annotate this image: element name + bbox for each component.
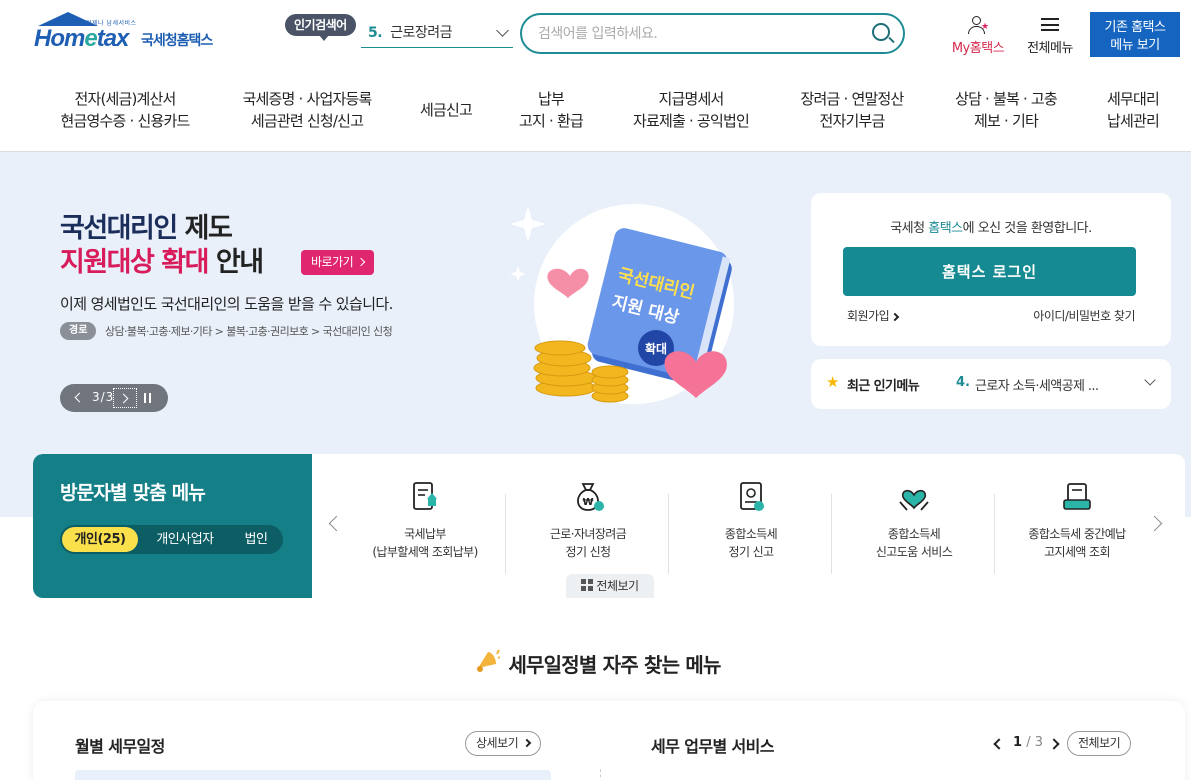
- tab-individual[interactable]: 개인(25): [62, 527, 138, 552]
- svg-text:₩: ₩: [582, 497, 593, 508]
- main-navigation: 전자(세금)계산서 현금영수증 · 신용카드 국세증명 · 사업자등록 세금관련 신…: [0, 82, 1191, 152]
- recent-popular-rank: 4.: [956, 375, 970, 390]
- join-link[interactable]: 회원가입: [847, 307, 900, 324]
- person-icon: ★: [968, 16, 989, 34]
- monthly-schedule-title: 월별 세무일정: [75, 737, 165, 756]
- slide-pause-button[interactable]: [144, 393, 151, 403]
- slide-controls: 3/3: [60, 384, 168, 412]
- service-title: 세무 업무별 서비스: [651, 737, 775, 756]
- welcome-text: 국세청 홈택스에 오신 것을 환영합니다.: [890, 221, 1092, 236]
- find-id-password-link[interactable]: 아이디/비밀번호 찾기: [1033, 307, 1135, 324]
- nav-tax-agent[interactable]: 세무대리 납세관리: [1094, 88, 1172, 132]
- visitor-item-tax-payment[interactable]: 국세납부 (납부할세액 조회납부): [345, 480, 505, 570]
- nav-incentive[interactable]: 장려금 · 연말정산 전자기부금: [790, 88, 914, 132]
- heart-hands-icon: [899, 489, 929, 511]
- nav-certificate[interactable]: 국세증명 · 사업자등록 세금관련 신청/신고: [232, 88, 382, 132]
- login-card: 국세청 홈택스에 오신 것을 환영합니다. 홈택스 로그인 회원가입 아이디/비…: [811, 193, 1171, 346]
- tax-payment-icon: [413, 482, 437, 510]
- visitor-menu: 방문자별 맞춤 메뉴 개인(25) 개인사업자 법인 국세납부 (납부할세액 조회…: [33, 454, 1185, 598]
- chevron-down-icon: [496, 24, 509, 37]
- visitor-menu-panel: 방문자별 맞춤 메뉴 개인(25) 개인사업자 법인: [33, 454, 312, 598]
- my-hometax-label: My홈택스: [951, 41, 1005, 56]
- invoice-stack-icon: [1063, 483, 1091, 510]
- divider: [668, 494, 669, 574]
- bell-icon: [477, 649, 501, 672]
- divider: [994, 494, 995, 574]
- nav-payment[interactable]: 납부 고지 · 환급: [510, 88, 592, 132]
- visitor-item-incentive[interactable]: ₩ 근로·자녀장려금 정기 신청: [508, 480, 668, 570]
- tab-corporation[interactable]: 법인: [232, 527, 280, 552]
- service-page-indicator: 1 / 3: [1013, 735, 1043, 750]
- visitor-menu-title: 방문자별 맞춤 메뉴: [60, 482, 206, 504]
- divider: [505, 494, 506, 574]
- nav-e-invoice[interactable]: 전자(세금)계산서 현금영수증 · 신용카드: [52, 88, 198, 132]
- schedule-card: 월별 세무일정 상세보기 세무 업무별 서비스 1 / 3 전체보기: [33, 701, 1185, 780]
- all-menu-label: 전체메뉴: [1027, 41, 1073, 56]
- search-box: [520, 13, 905, 54]
- visitor-item-income-help[interactable]: 종합소득세 신고도움 서비스: [834, 480, 994, 570]
- divider: [831, 494, 832, 574]
- my-hometax-link[interactable]: ★ My홈택스: [946, 14, 1010, 56]
- old-menu-button[interactable]: 기존 홈택스 메뉴 보기: [1090, 12, 1180, 57]
- money-bag-icon: ₩: [577, 483, 604, 511]
- schedule-section-title: 세무일정별 자주 찾는 메뉴: [0, 648, 1191, 678]
- visitor-item-interim-tax[interactable]: 종합소득세 중간예납 고지세액 조회: [997, 480, 1157, 570]
- service-all-button[interactable]: 전체보기: [1067, 731, 1132, 756]
- divider: [600, 769, 601, 780]
- visitor-tabs: 개인(25) 개인사업자 법인: [60, 525, 283, 554]
- visitor-item-income-tax[interactable]: 종합소득세 정기 신고: [671, 480, 831, 570]
- visitor-all-view-button[interactable]: 전체보기: [566, 574, 654, 598]
- service-prev-button[interactable]: [993, 738, 1005, 750]
- hero-illustration: 국선대리인 지원 대상 확대: [510, 204, 734, 404]
- hometax-logo[interactable]: 언제나 납세서비스 Hometax 국세청홈택스: [34, 12, 234, 52]
- path-badge: 경로: [60, 322, 97, 340]
- hamburger-icon: [1041, 18, 1059, 31]
- search-input[interactable]: [538, 23, 858, 45]
- recent-popular-menu[interactable]: ★ 최근 인기메뉴 4. 근로자 소득·세액공제 ...: [811, 359, 1171, 409]
- visitor-prev-button[interactable]: [328, 515, 345, 532]
- popular-search-select[interactable]: 5. 근로장려금: [361, 20, 513, 48]
- schedule-detail-button[interactable]: 상세보기: [465, 731, 541, 756]
- chevron-down-icon[interactable]: [1144, 374, 1156, 386]
- grid-icon: [581, 579, 594, 591]
- hero-title: 국선대리인 제도 지원대상 확대 안내: [60, 213, 264, 278]
- hero-go-button[interactable]: 바로가기: [301, 250, 375, 275]
- header: 언제나 납세서비스 Hometax 국세청홈택스 인기검색어 5. 근로장려금 ★…: [0, 0, 1191, 72]
- logo-name: 국세청홈택스: [141, 33, 213, 49]
- nav-tax-return[interactable]: 세금신고: [410, 99, 482, 121]
- chevron-right-icon: [356, 257, 366, 267]
- popular-search-rank: 5.: [368, 25, 383, 41]
- slide-next-button[interactable]: [113, 388, 137, 408]
- star-icon: ★: [826, 373, 840, 391]
- logo-wordmark: Hometax: [34, 25, 129, 52]
- slide-prev-button[interactable]: [74, 392, 85, 403]
- service-next-button[interactable]: [1048, 738, 1060, 750]
- recent-popular-title: 최근 인기메뉴: [847, 379, 920, 394]
- nav-statement[interactable]: 지급명세서 자료제출 · 공익법인: [622, 88, 760, 132]
- hero-description: 이제 영세법인도 국선대리인의 도움을 받을 수 있습니다.: [60, 295, 393, 313]
- slide-page-indicator: 3/3: [92, 390, 115, 404]
- nav-consulting[interactable]: 상담 · 불복 · 고충 제보 · 기타: [944, 88, 1068, 132]
- all-menu-link[interactable]: 전체메뉴: [1020, 14, 1080, 56]
- login-button[interactable]: 홈택스 로그인: [843, 247, 1136, 296]
- recent-popular-value: 근로자 소득·세액공제 ...: [975, 379, 1099, 394]
- hero-path: 상담·불복·고충·제보·기타 > 불복·고충·권리보호 > 국선대리인 신청: [105, 325, 393, 338]
- chevron-right-icon: [522, 738, 531, 748]
- popular-search-badge: 인기검색어: [285, 14, 356, 41]
- book-badge: 확대: [645, 341, 667, 356]
- month-tab-bar: [75, 770, 551, 780]
- search-icon[interactable]: [872, 23, 890, 41]
- tab-sole-proprietor[interactable]: 개인사업자: [140, 527, 230, 552]
- popular-search-term: 근로장려금: [390, 25, 452, 41]
- document-report-icon: [740, 482, 764, 511]
- chevron-right-icon: [890, 312, 900, 322]
